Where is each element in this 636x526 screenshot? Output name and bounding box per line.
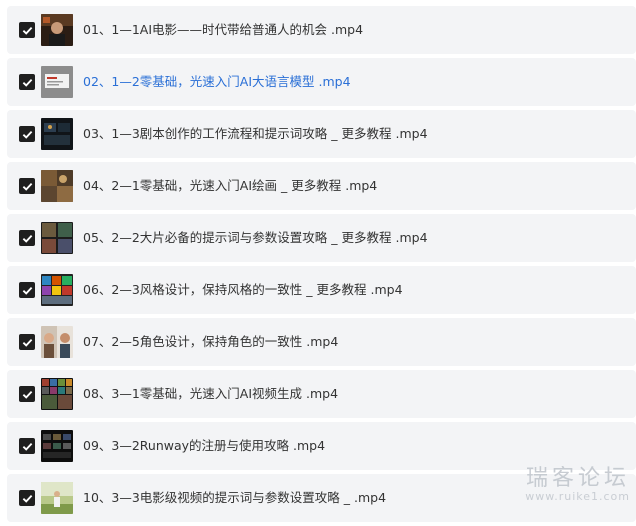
check-icon [22,25,33,36]
thumb-dark-ui-icon [41,430,73,462]
thumb-grid-photos-icon [41,222,73,254]
thumb-slide-grey-icon [41,66,73,98]
check-icon [22,493,33,504]
check-icon [22,285,33,296]
file-name[interactable]: 06、2—3风格设计，保持风格的一致性 _ 更多教程 .mp4 [83,281,403,299]
thumb-outdoor-icon [41,482,73,514]
list-item[interactable]: 06、2—3风格设计，保持风格的一致性 _ 更多教程 .mp4 [7,266,636,314]
checkbox[interactable] [19,282,35,298]
video-thumbnail[interactable] [41,274,73,306]
file-name[interactable]: 07、2—5角色设计，保持角色的一致性 .mp4 [83,333,338,351]
check-icon [22,441,33,452]
list-item[interactable]: 01、1—1AI电影——时代带给普通人的机会 .mp4 [7,6,636,54]
video-thumbnail[interactable] [41,430,73,462]
list-item[interactable]: 10、3—3电影级视频的提示词与参数设置攻略 _ .mp4 [7,474,636,522]
thumb-art-warm-icon [41,170,73,202]
list-item[interactable]: 07、2—5角色设计，保持角色的一致性 .mp4 [7,318,636,366]
thumb-dark-scene-icon [41,118,73,150]
file-name[interactable]: 08、3—1零基础，光速入门AI视频生成 .mp4 [83,385,338,403]
check-icon [22,389,33,400]
video-thumbnail[interactable] [41,222,73,254]
thumb-colorful-grid-icon [41,274,73,306]
video-thumbnail[interactable] [41,326,73,358]
video-thumbnail[interactable] [41,66,73,98]
thumb-mosaic-icon [41,378,73,410]
video-thumbnail[interactable] [41,14,73,46]
checkbox[interactable] [19,22,35,38]
file-name[interactable]: 03、1—3剧本创作的工作流程和提示词攻略 _ 更多教程 .mp4 [83,125,428,143]
thumb-person-dark-icon [41,14,73,46]
list-item[interactable]: 03、1—3剧本创作的工作流程和提示词攻略 _ 更多教程 .mp4 [7,110,636,158]
check-icon [22,233,33,244]
file-name[interactable]: 05、2—2大片必备的提示词与参数设置攻略 _ 更多教程 .mp4 [83,229,428,247]
check-icon [22,129,33,140]
thumb-portraits-icon [41,326,73,358]
video-thumbnail[interactable] [41,378,73,410]
list-item[interactable]: 08、3—1零基础，光速入门AI视频生成 .mp4 [7,370,636,418]
checkbox[interactable] [19,386,35,402]
check-icon [22,181,33,192]
checkbox[interactable] [19,490,35,506]
file-name[interactable]: 04、2—1零基础，光速入门AI绘画 _ 更多教程 .mp4 [83,177,377,195]
video-thumbnail[interactable] [41,170,73,202]
list-item[interactable]: 09、3—2Runway的注册与使用攻略 .mp4 [7,422,636,470]
check-icon [22,77,33,88]
video-thumbnail[interactable] [41,482,73,514]
checkbox[interactable] [19,230,35,246]
file-name[interactable]: 09、3—2Runway的注册与使用攻略 .mp4 [83,437,325,455]
checkbox[interactable] [19,74,35,90]
checkbox[interactable] [19,178,35,194]
list-item[interactable]: 05、2—2大片必备的提示词与参数设置攻略 _ 更多教程 .mp4 [7,214,636,262]
video-thumbnail[interactable] [41,118,73,150]
list-item[interactable]: 04、2—1零基础，光速入门AI绘画 _ 更多教程 .mp4 [7,162,636,210]
checkbox[interactable] [19,334,35,350]
file-name[interactable]: 02、1—2零基础，光速入门AI大语言模型 .mp4 [83,73,351,91]
check-icon [22,337,33,348]
file-name[interactable]: 01、1—1AI电影——时代带给普通人的机会 .mp4 [83,21,363,39]
file-name[interactable]: 10、3—3电影级视频的提示词与参数设置攻略 _ .mp4 [83,489,386,507]
list-item[interactable]: 02、1—2零基础，光速入门AI大语言模型 .mp4 [7,58,636,106]
file-list: 01、1—1AI电影——时代带给普通人的机会 .mp4 02、1—2零基础，光速… [7,6,636,526]
checkbox[interactable] [19,438,35,454]
checkbox[interactable] [19,126,35,142]
